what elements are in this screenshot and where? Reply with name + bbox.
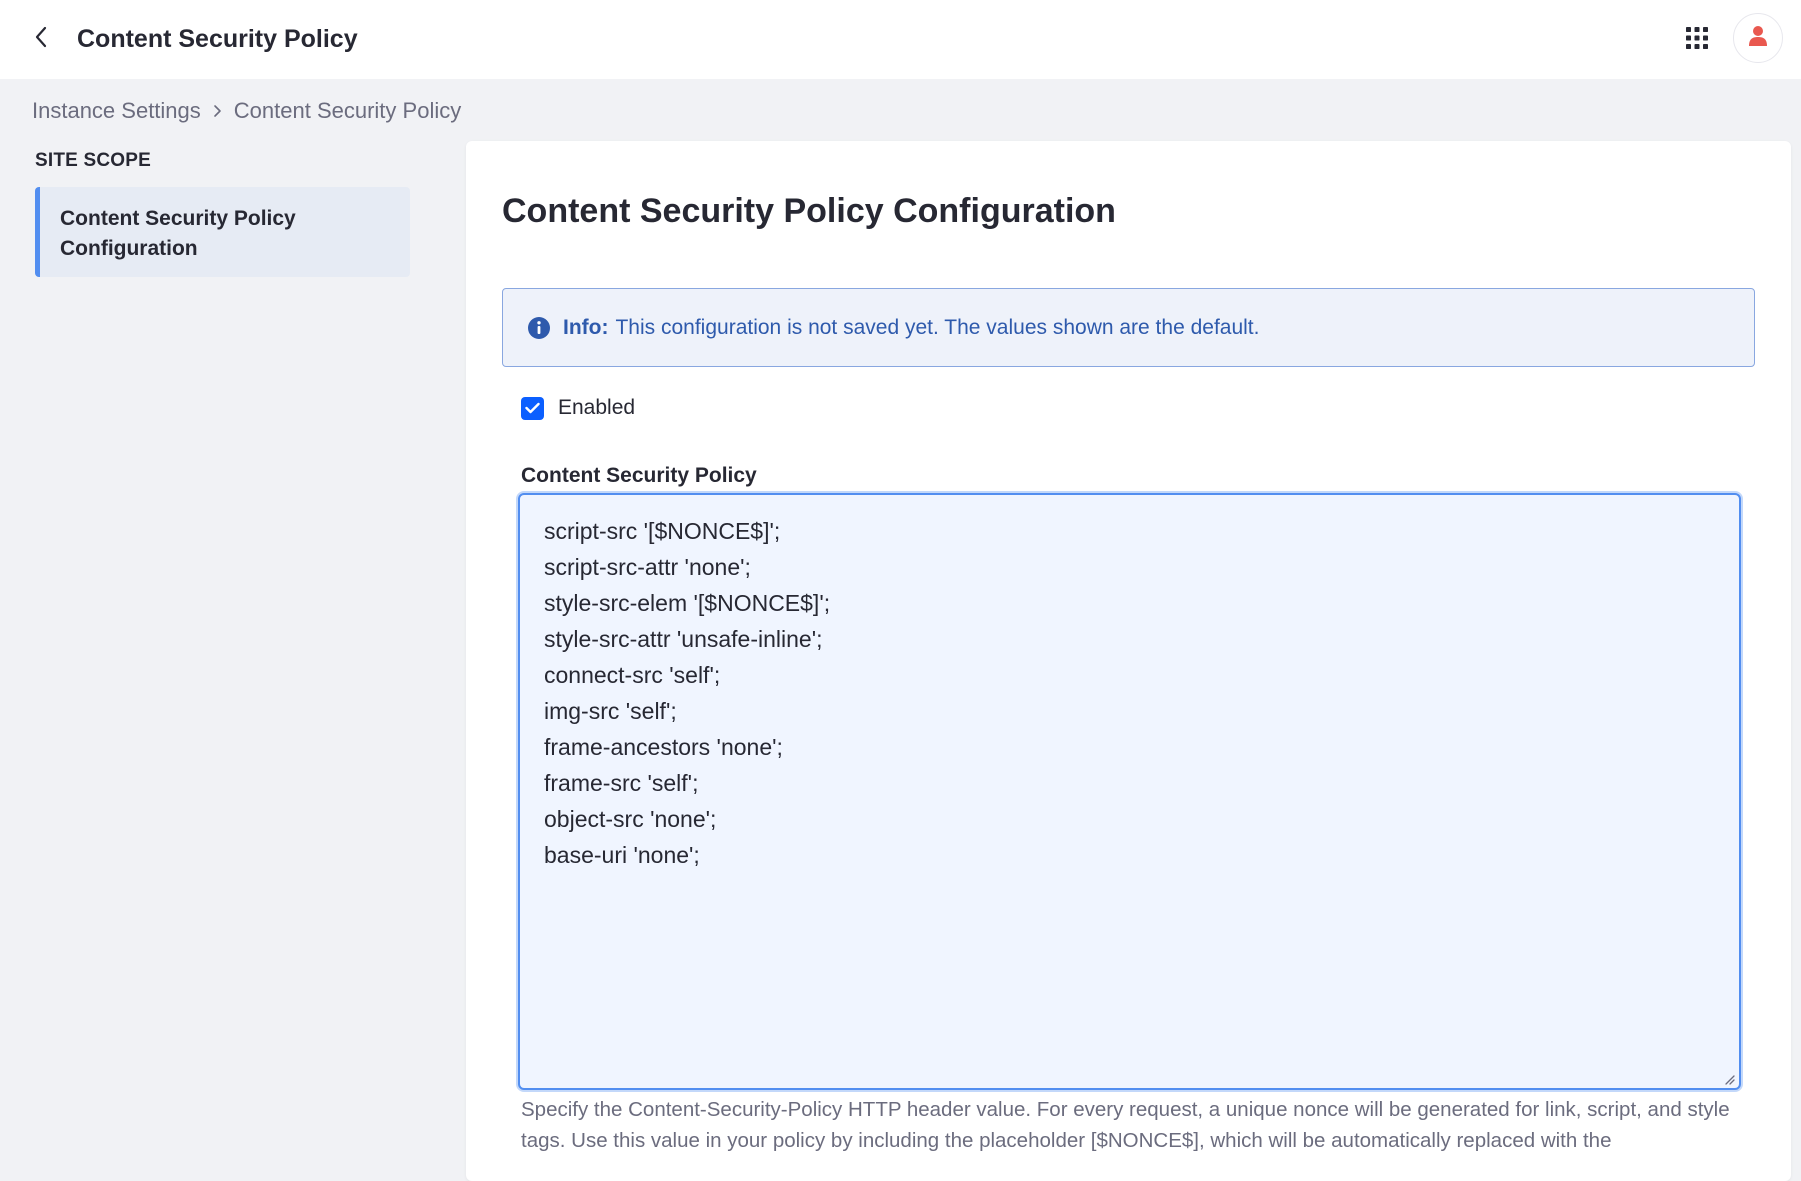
chevron-left-icon [34,26,48,53]
top-header: Content Security Policy [0,0,1801,79]
configuration-panel: Content Security Policy Configuration In… [466,141,1791,1181]
alert-label: Info: [563,315,609,339]
info-alert: Info: This configuration is not saved ye… [502,288,1755,367]
sidebar-item-csp-configuration[interactable]: Content Security Policy Configuration [35,187,410,277]
user-icon [1748,25,1768,52]
breadcrumb: Instance Settings Content Security Polic… [32,96,461,126]
panel-title: Content Security Policy Configuration [502,192,1116,230]
sidebar-heading: SITE SCOPE [35,150,152,171]
resize-handle-icon[interactable] [1723,1072,1735,1085]
grid-icon [1686,26,1708,54]
enabled-label[interactable]: Enabled [558,396,635,420]
alert-text: This configuration is not saved yet. The… [615,315,1260,339]
policy-textarea[interactable]: script-src '[$NONCE$]'; script-src-attr … [518,493,1741,1090]
breadcrumb-item-current: Content Security Policy [233,98,462,123]
apps-menu-button[interactable] [1679,22,1715,58]
enabled-checkbox[interactable] [521,396,544,420]
policy-textarea-value[interactable]: script-src '[$NONCE$]'; script-src-attr … [544,513,1715,873]
back-button[interactable] [26,22,56,56]
check-icon [525,402,540,414]
breadcrumb-item-instance-settings[interactable]: Instance Settings [32,98,201,124]
info-circle-icon [527,316,551,340]
policy-help-text: Specify the Content-Security-Policy HTTP… [521,1098,1730,1152]
chevron-right-icon [213,104,222,118]
page-title: Content Security Policy [77,25,358,53]
sidebar-item-label: Content Security Policy Configuration [60,207,296,260]
user-avatar-button[interactable] [1733,13,1783,63]
enabled-checkbox-row: Enabled [521,393,635,423]
policy-field-label: Content Security Policy [521,464,757,487]
